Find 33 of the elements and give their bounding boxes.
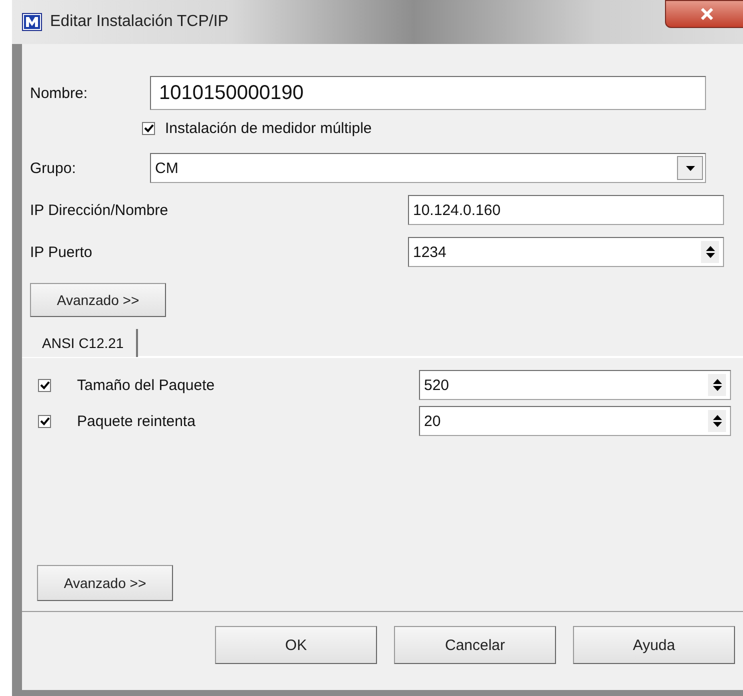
name-label: Nombre: (30, 84, 89, 102)
help-button[interactable]: Ayuda (573, 626, 735, 664)
name-field[interactable]: 1010150000190 (150, 76, 706, 110)
close-button[interactable] (665, 0, 743, 28)
ok-button[interactable]: OK (215, 626, 377, 664)
field-value: 10.124.0.160 (413, 202, 501, 218)
dropdown-value: CM (155, 160, 178, 176)
spin-field[interactable]: 1234 (408, 237, 724, 267)
app-icon (22, 13, 42, 31)
setting-label: Tamaño del Paquete (76, 376, 216, 394)
group-label: Grupo: (30, 160, 77, 176)
text-field[interactable]: 10.124.0.160 (408, 195, 724, 225)
spin-field[interactable]: 520 (419, 370, 731, 400)
advanced-button[interactable]: Avanzado >> (37, 565, 173, 601)
close-icon (700, 8, 714, 20)
field-label: IP Puerto (30, 244, 94, 260)
checkbox[interactable] (38, 414, 51, 428)
field-value: 20 (424, 412, 441, 430)
spin-field[interactable]: 20 (419, 406, 731, 436)
field-label: IP Dirección/Nombre (30, 202, 170, 218)
checkbox-label: Instalación de medidor múltiple (165, 120, 372, 137)
advanced-button[interactable]: Avanzado >> (30, 283, 166, 317)
field-value: 1234 (413, 244, 446, 260)
spinner-icon[interactable] (701, 241, 719, 263)
group-dropdown[interactable]: CM (150, 153, 706, 183)
window-title: Editar Instalación TCP/IP (50, 13, 228, 31)
setting-label: Paquete reintenta (76, 412, 196, 430)
checkbox[interactable] (142, 122, 155, 135)
field-value: 520 (424, 376, 450, 394)
spinner-icon[interactable] (708, 410, 726, 432)
checkbox[interactable] (38, 378, 51, 392)
spinner-icon[interactable] (708, 374, 726, 396)
cancel-button[interactable]: Cancelar (394, 626, 556, 664)
